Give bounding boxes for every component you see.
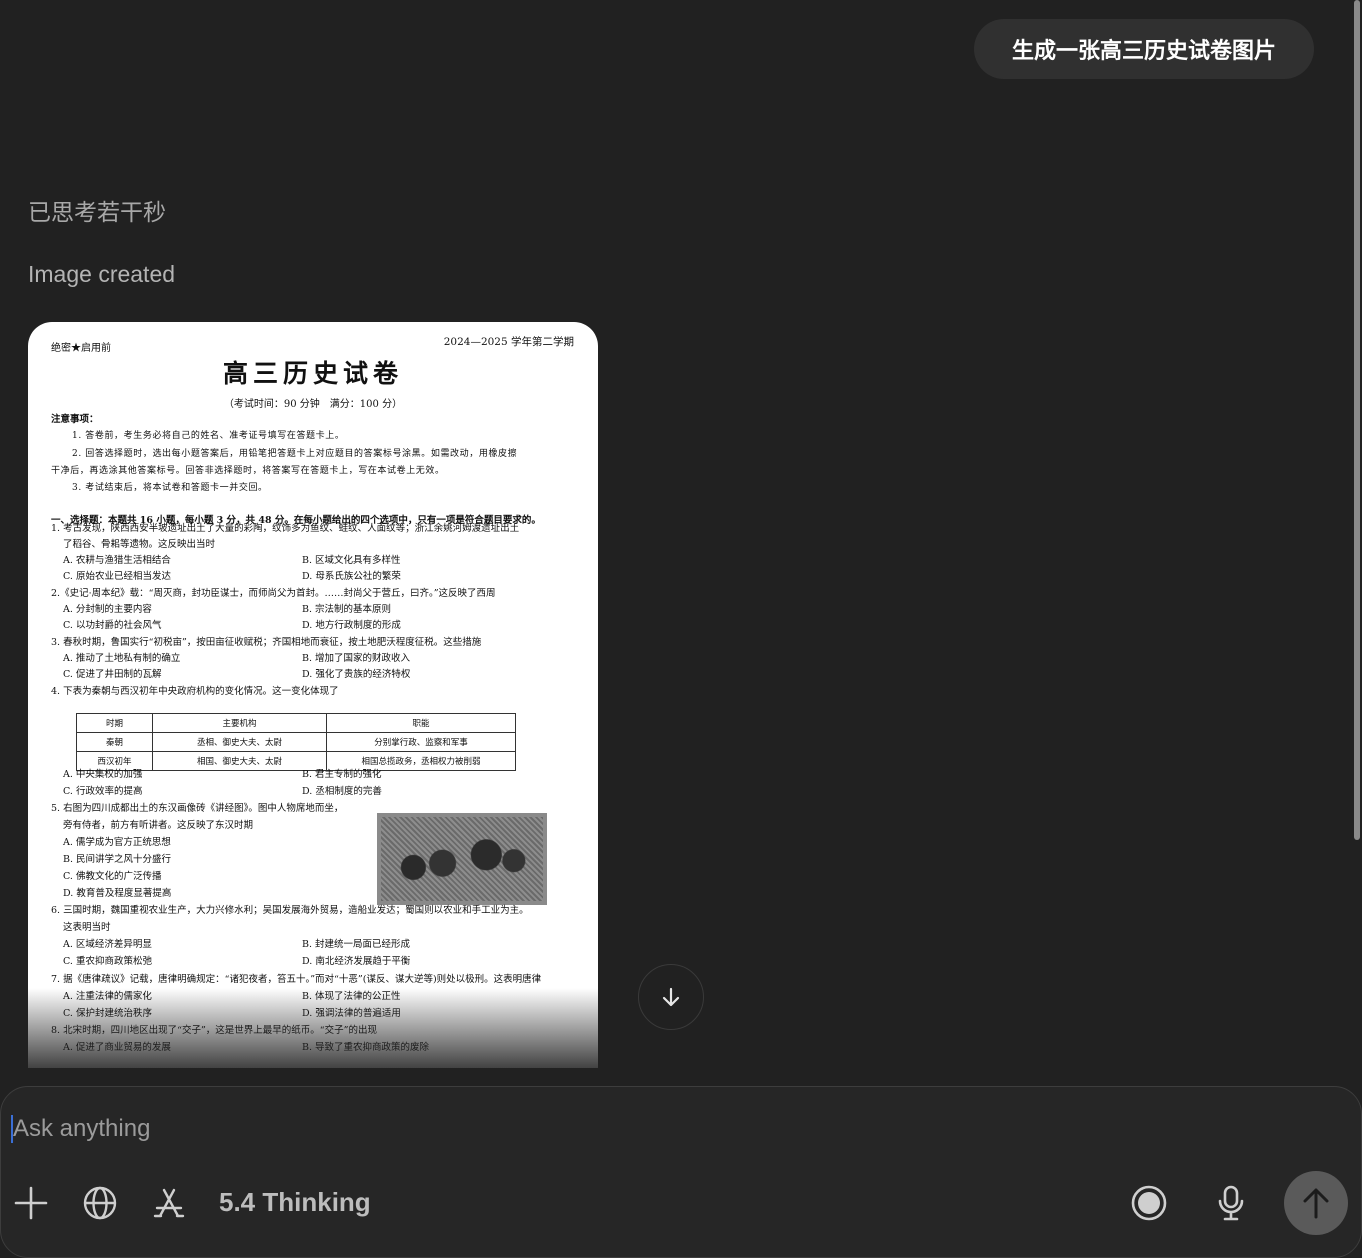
answer-option: B. 封建统一局面已经形成 — [302, 937, 410, 953]
table-cell: 相国、御史大夫、太尉 — [153, 752, 327, 771]
note-item: 3. 考试结束后，将本试卷和答题卡一并交回。 — [72, 480, 268, 493]
answer-option: B. 区域文化具有多样性 — [302, 553, 401, 569]
app-store-icon — [152, 1186, 186, 1220]
image-created-label: Image created — [28, 261, 175, 288]
question-stem: 3. 春秋时期，鲁国实行“初税亩”，按田亩征收赋税；齐国相地而衰征，按土地肥沃程… — [51, 635, 481, 651]
question-stem: 4. 下表为秦朝与西汉初年中央政府机构的变化情况。这一变化体现了 — [51, 684, 339, 700]
table-header: 时期 — [77, 714, 153, 733]
question-stem: 这表明当时 — [63, 920, 111, 936]
table-header-row: 时期 主要机构 职能 — [77, 714, 516, 733]
answer-option: C. 促进了井田制的瓦解 — [63, 667, 161, 683]
dictation-button[interactable] — [1211, 1183, 1251, 1223]
answer-option: B. 君主专制的强化 — [302, 767, 382, 783]
answer-option: A. 中央集权的加强 — [63, 767, 142, 783]
answer-option: C. 原始农业已经相当发达 — [63, 569, 171, 585]
answer-option: D. 丞相制度的完善 — [302, 784, 382, 800]
message-input[interactable]: Ask anything — [11, 1115, 150, 1143]
table-row: 秦朝 丞相、御史大夫、太尉 分别掌行政、监察和军事 — [77, 733, 516, 752]
arrow-up-icon — [1301, 1186, 1331, 1220]
question-stem: 1. 考古发现，陕西西安半坡遗址出土了大量的彩陶，纹饰多为鱼纹、蛙纹、人面纹等；… — [51, 521, 519, 537]
answer-option: B. 宗法制的基本原则 — [302, 602, 391, 618]
table-cell: 丞相、御史大夫、太尉 — [153, 733, 327, 752]
composer: Ask anything 5.4 Thinking — [0, 1086, 1362, 1258]
exam-table: 时期 主要机构 职能 秦朝 丞相、御史大夫、太尉 分别掌行政、监察和军事 西汉初… — [76, 713, 516, 771]
globe-icon — [82, 1185, 118, 1221]
answer-option: A. 农耕与渔猎生活相结合 — [63, 553, 171, 569]
secret-label: 绝密★启用前 — [51, 339, 111, 354]
send-button[interactable] — [1284, 1171, 1348, 1235]
answer-option: C. 行政效率的提高 — [63, 784, 142, 800]
question-stem: 了稻谷、骨耜等遗物。这反映出当时 — [63, 537, 215, 553]
answer-option: B. 民间讲学之风十分盛行 — [63, 852, 171, 868]
voice-mode-button[interactable] — [1129, 1183, 1169, 1223]
question-stem: 2.《史记·周本纪》载：“周灭商，封功臣谋士，而师尚父为首封。……封尚父于营丘，… — [51, 586, 496, 602]
question-stem: 旁有侍者，前方有听讲者。这反映了东汉时期 — [63, 818, 253, 834]
answer-option: D. 强化了贵族的经济特权 — [302, 667, 410, 683]
answer-option: A. 儒学成为官方正统思想 — [63, 835, 171, 851]
table-cell: 秦朝 — [77, 733, 153, 752]
table-header: 主要机构 — [153, 714, 327, 733]
model-selector[interactable]: 5.4 Thinking — [219, 1187, 371, 1218]
generated-exam-image[interactable]: 绝密★启用前 2024—2025 学年第二学期 高三历史试卷 （考试时间：90 … — [28, 322, 598, 1068]
user-message-bubble: 生成一张高三历史试卷图片 — [974, 19, 1314, 79]
lecture-relief-image — [377, 813, 547, 905]
image-fade-overlay — [28, 988, 598, 1068]
tools-button[interactable] — [149, 1183, 189, 1223]
table-header: 职能 — [327, 714, 516, 733]
web-search-button[interactable] — [80, 1183, 120, 1223]
answer-option: A. 分封制的主要内容 — [63, 602, 152, 618]
answer-option: D. 地方行政制度的形成 — [302, 618, 401, 634]
record-icon — [1130, 1184, 1168, 1222]
note-item: 干净后，再选涂其他答案标号。回答非选择题时，将答案写在答题卡上，写在本试卷上无效… — [51, 463, 445, 476]
answer-option: C. 佛教文化的广泛传播 — [63, 869, 161, 885]
question-stem: 6. 三国时期，魏国重视农业生产，大力兴修水利；吴国发展海外贸易，造船业发达；蜀… — [51, 903, 529, 919]
scrollbar[interactable] — [1354, 0, 1360, 840]
plus-icon — [14, 1186, 48, 1220]
question-stem: 5. 右图为四川成都出土的东汉画像砖《讲经图》。图中人物席地而坐， — [51, 801, 343, 817]
notes-heading: 注意事项： — [51, 411, 99, 425]
exam-title: 高三历史试卷 — [28, 354, 598, 390]
answer-option: D. 母系氏族公社的繁荣 — [302, 569, 401, 585]
note-item: 1. 答卷前，考生务必将自己的姓名、准考证号填写在答题卡上。 — [72, 428, 344, 441]
note-item: 2. 回答选择题时，选出每小题答案后，用铅笔把答题卡上对应题目的答案标号涂黑。如… — [72, 446, 517, 459]
scroll-down-button[interactable] — [638, 964, 704, 1030]
answer-option: A. 推动了土地私有制的确立 — [63, 651, 180, 667]
thinking-status[interactable]: 已思考若干秒 — [28, 193, 166, 227]
answer-option: D. 南北经济发展趋于平衡 — [302, 954, 410, 970]
answer-option: A. 区域经济差异明显 — [63, 937, 152, 953]
term-label: 2024—2025 学年第二学期 — [444, 334, 574, 349]
microphone-icon — [1215, 1185, 1247, 1221]
arrow-down-icon — [660, 986, 682, 1008]
table-cell: 分别掌行政、监察和军事 — [327, 733, 516, 752]
question-stem: 7. 据《唐律疏议》记载，唐律明确规定：“诸犯夜者，笞五十。”而对“十恶”(谋反… — [51, 972, 541, 988]
exam-subtitle: （考试时间：90 分钟 满分：100 分） — [28, 395, 598, 410]
answer-option: D. 教育普及程度显著提高 — [63, 886, 171, 902]
add-button[interactable] — [11, 1183, 51, 1223]
answer-option: C. 重农抑商政策松弛 — [63, 954, 152, 970]
answer-option: C. 以功封爵的社会风气 — [63, 618, 161, 634]
answer-option: B. 增加了国家的财政收入 — [302, 651, 410, 667]
